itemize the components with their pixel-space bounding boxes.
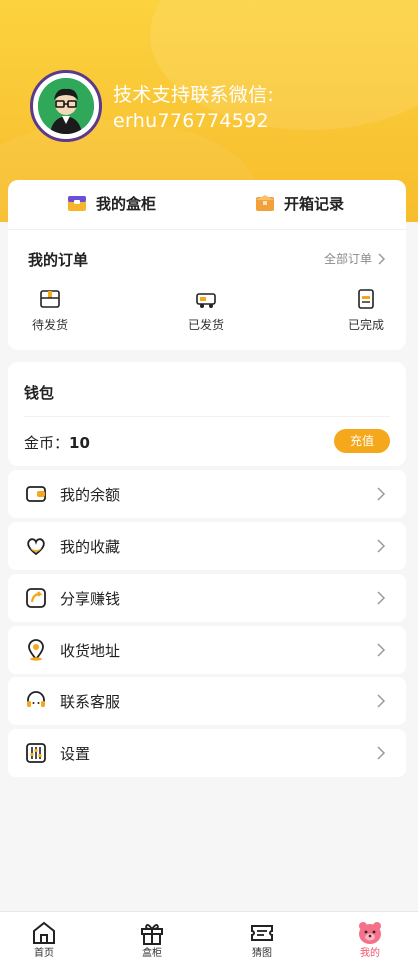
tab-mine-label: 我的 — [360, 948, 380, 959]
bear-face-icon — [359, 922, 381, 944]
support-text-line2: erhu776774592 — [113, 110, 269, 132]
order-status-pending-label: 待发货 — [31, 318, 68, 332]
support-text-line1: 技术支持联系微信: — [113, 84, 275, 106]
menu-item-label: 收货地址 — [60, 641, 121, 660]
tab-cabinet-label: 盒柜 — [142, 948, 162, 959]
truck-shipped-icon — [196, 293, 216, 308]
tab-guess[interactable]: 猜图 — [232, 918, 292, 960]
chevron-right-icon — [377, 694, 386, 708]
location-pin-icon — [28, 639, 44, 661]
recharge-button[interactable]: 充值 — [334, 429, 390, 453]
tab-home-label: 首页 — [34, 948, 54, 959]
ticket-icon — [251, 925, 273, 941]
order-status-done[interactable]: 已完成 — [326, 288, 406, 333]
menu-item-label: 设置 — [60, 744, 91, 763]
menu-item-label: 我的余额 — [60, 485, 121, 504]
chevron-right-icon — [377, 539, 386, 553]
wallet-title: 钱包 — [24, 384, 55, 402]
order-status-shipped-label: 已发货 — [187, 318, 224, 332]
chevron-right-icon — [377, 643, 386, 657]
my-cabinet-label: 我的盒柜 — [96, 194, 157, 213]
chevron-right-icon — [377, 746, 386, 760]
bottom-tab-bar: 首页 盒柜 猜图 我的 — [0, 911, 418, 961]
menu-item-customer-service[interactable]: 联系客服 — [8, 677, 406, 725]
order-status-done-label: 已完成 — [347, 318, 384, 332]
coin-label: 金币： — [24, 434, 70, 452]
menu-item-balance[interactable]: 我的余额 — [8, 470, 406, 518]
menu-item-favorites[interactable]: 我的收藏 — [8, 522, 406, 570]
chevron-right-icon — [377, 591, 386, 605]
menu-item-label: 联系客服 — [60, 692, 121, 711]
menu-item-label: 分享赚钱 — [60, 589, 121, 608]
order-status-pending[interactable]: 待发货 — [10, 288, 90, 333]
headset-icon — [27, 691, 45, 707]
divider — [24, 416, 390, 417]
settings-sliders-icon — [26, 743, 46, 763]
menu-item-address[interactable]: 收货地址 — [8, 626, 406, 674]
all-orders-label: 全部订单 — [323, 252, 372, 266]
open-box-record-link[interactable]: 开箱记录 — [254, 192, 344, 214]
tab-cabinet[interactable]: 盒柜 — [122, 918, 182, 960]
menu-item-share[interactable]: 分享赚钱 — [8, 574, 406, 622]
avatar-image — [38, 78, 94, 134]
menu-item-settings[interactable]: 设置 — [8, 729, 406, 777]
chevron-right-icon — [377, 487, 386, 501]
open-box-record-icon — [256, 195, 274, 211]
share-icon — [26, 588, 46, 608]
coin-value: 10 — [69, 434, 90, 452]
orders-card: 我的盒柜 开箱记录 我的订单 全部订单 待发货 已发货 已完成 — [8, 180, 406, 350]
open-box-record-label: 开箱记录 — [284, 194, 345, 213]
home-icon — [33, 921, 55, 944]
wallet-icon — [26, 486, 46, 502]
tab-mine[interactable]: 我的 — [340, 918, 400, 960]
gift-icon — [141, 924, 163, 945]
cabinet-box-icon — [68, 196, 86, 211]
wallet-card: 钱包 金币：10 充值 — [8, 362, 406, 466]
tab-home[interactable]: 首页 — [14, 918, 74, 960]
order-status-shipped[interactable]: 已发货 — [166, 288, 246, 333]
avatar[interactable] — [30, 70, 102, 142]
document-done-icon — [358, 289, 374, 309]
all-orders-link[interactable]: 全部订单 — [324, 250, 386, 267]
avatar-person-icon — [38, 78, 94, 134]
my-cabinet-link[interactable]: 我的盒柜 — [66, 192, 156, 214]
coin-balance: 金币：10 — [24, 432, 90, 453]
orders-title: 我的订单 — [28, 251, 89, 269]
quick-links-row: 我的盒柜 开箱记录 — [8, 180, 406, 230]
tab-guess-label: 猜图 — [252, 948, 272, 959]
heart-icon — [27, 538, 45, 556]
menu-item-label: 我的收藏 — [60, 537, 121, 556]
package-pending-icon — [40, 290, 60, 308]
support-contact-text: 技术支持联系微信: erhu776774592 — [113, 82, 274, 134]
chevron-right-icon — [378, 252, 386, 265]
